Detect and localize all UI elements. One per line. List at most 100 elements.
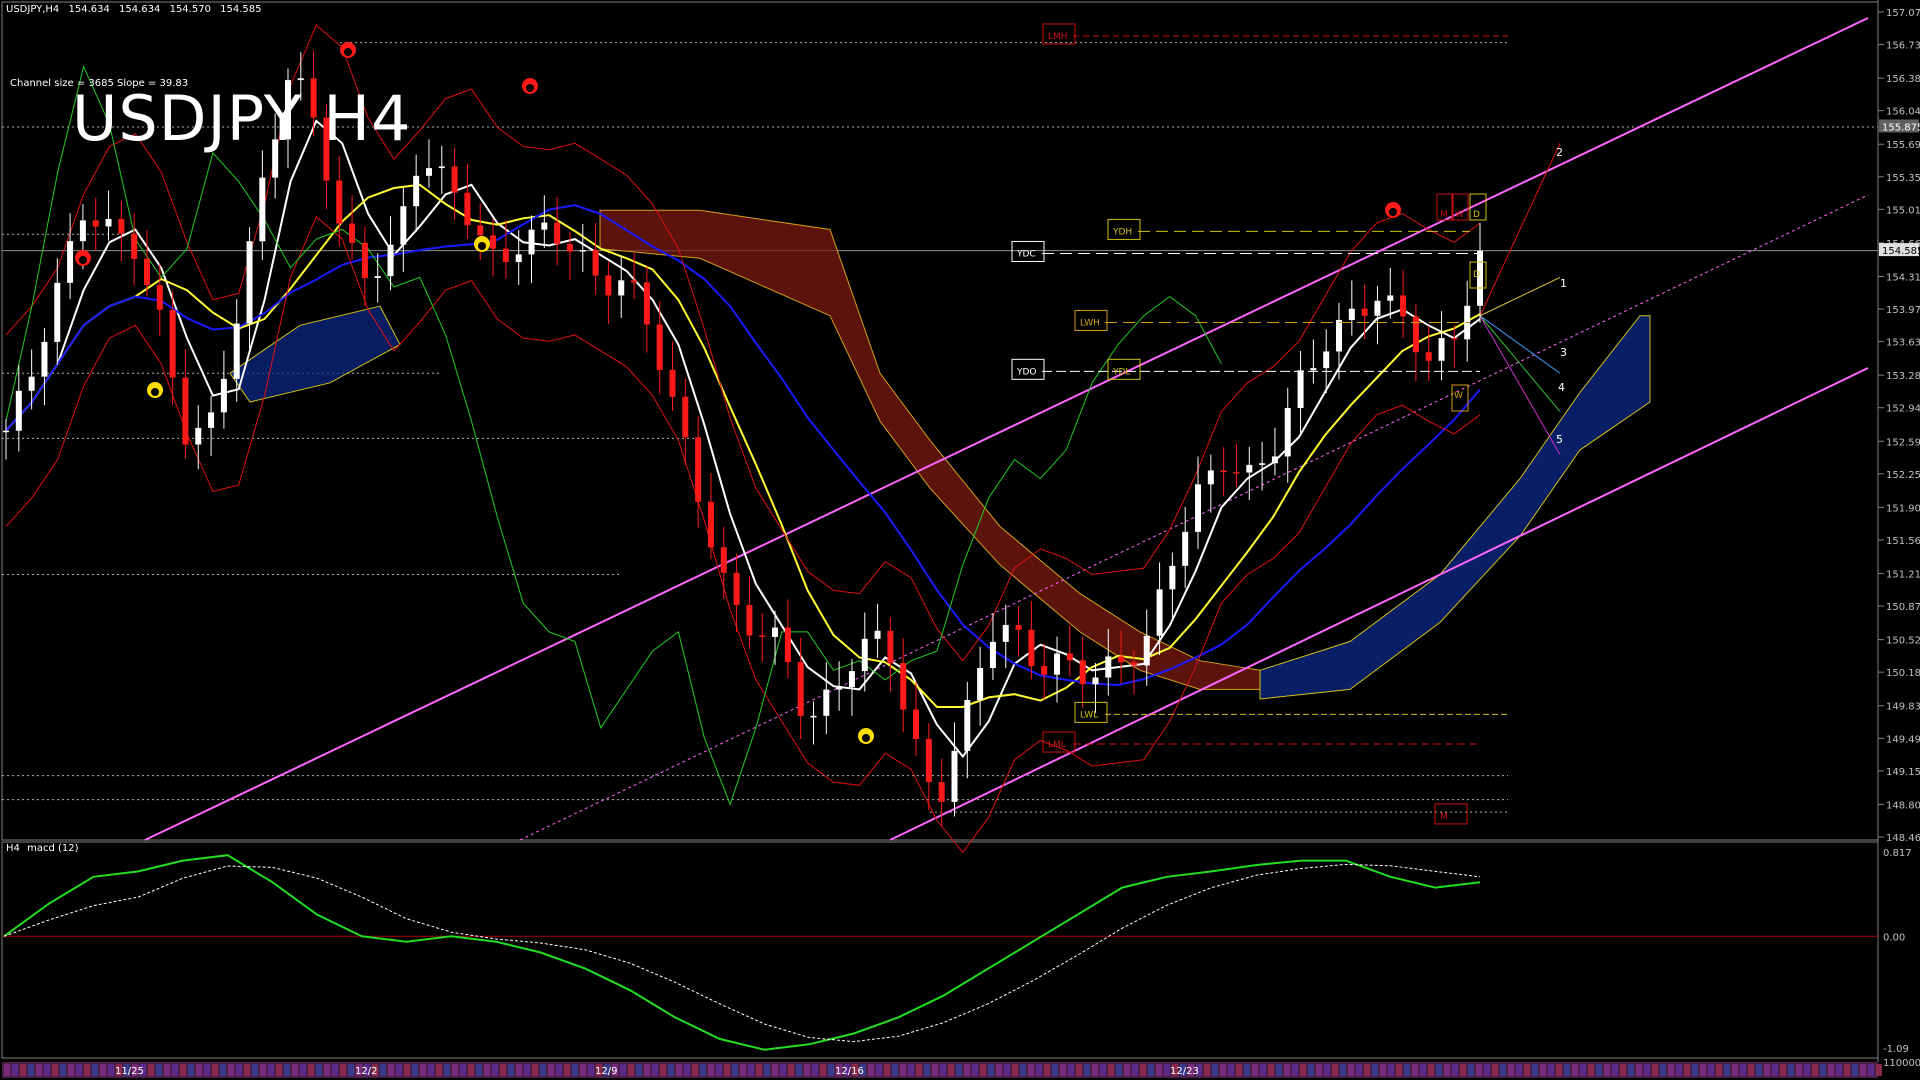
candlesticks (3, 51, 1483, 827)
date-bar-cell (1716, 1064, 1722, 1076)
date-bar-cell (204, 1064, 210, 1076)
date-bar-cell (524, 1064, 530, 1076)
candle-body (938, 782, 945, 802)
date-bar-cell (1372, 1064, 1378, 1076)
wave-label: 4 (1558, 381, 1565, 394)
candle-body (874, 630, 881, 639)
date-bar-cell (1740, 1064, 1746, 1076)
ohlc-low: 154.570 (169, 4, 211, 15)
macd-line (3, 854, 1481, 1051)
date-bar-cell (948, 1064, 954, 1076)
date-bar-cell (60, 1064, 66, 1076)
date-bar-cell (868, 1064, 874, 1076)
date-bar-cell (1452, 1064, 1458, 1076)
date-bar-cell (1764, 1064, 1770, 1076)
candle-body (720, 547, 727, 573)
date-bar-cell (1100, 1064, 1106, 1076)
date-bar-cell (516, 1064, 522, 1076)
date-bar-cell (828, 1064, 834, 1076)
date-bar-cell (1780, 1064, 1786, 1076)
last-price-tag-label: 154.585 (1882, 246, 1920, 257)
candle-body (579, 250, 586, 252)
date-bar-cell (1516, 1064, 1522, 1076)
date-bar-cell (1260, 1064, 1266, 1076)
date-bar-cell (44, 1064, 50, 1076)
date-bar-cell (468, 1064, 474, 1076)
candle-body (1015, 624, 1022, 630)
date-bar-cell (1324, 1064, 1330, 1076)
date-bar-cell (636, 1064, 642, 1076)
candle-body (438, 166, 445, 169)
candle-body (297, 78, 304, 81)
symbol-timeframe: USDJPY,H4 (6, 4, 60, 15)
date-bar-cell (1836, 1064, 1842, 1076)
usdjpy-chart[interactable]: LMHYDHYDCLWHYDO YDLLWLLMLMM W DDW21345 157.… (0, 0, 1920, 1080)
date-bar-cell (1212, 1064, 1218, 1076)
chart-title: USDJPY H4 (72, 82, 412, 155)
candle-body (951, 750, 958, 802)
date-bar-cell (1076, 1064, 1082, 1076)
date-bar-cell (1380, 1064, 1386, 1076)
date-bar-cell (812, 1064, 818, 1076)
date-bar-cell (820, 1064, 826, 1076)
date-bar-cell (436, 1064, 442, 1076)
candle-body (413, 175, 420, 207)
macd-axis-label: 110000 (1883, 1058, 1920, 1069)
date-bar-cell (1020, 1064, 1026, 1076)
level-box-label: M (1440, 812, 1448, 822)
price-tick-label: 151.900 (1886, 503, 1920, 514)
date-bar-cell (732, 1064, 738, 1076)
candle-body (772, 627, 779, 637)
date-bar-cell (1868, 1064, 1874, 1076)
date-bar-cell (1004, 1064, 1010, 1076)
date-bar-cell (1668, 1064, 1674, 1076)
date-bar-cell (1268, 1064, 1274, 1076)
date-bar-cell (1612, 1064, 1618, 1076)
date-bar-cell (620, 1064, 626, 1076)
date-bar-cell (1156, 1064, 1162, 1076)
forecast-line (1479, 315, 1561, 374)
date-bar-cell (1796, 1064, 1802, 1076)
date-bar-cell (1748, 1064, 1754, 1076)
date-bar-cell (300, 1064, 306, 1076)
price-tick-label: 154.310 (1886, 272, 1920, 283)
date-bar-cell (716, 1064, 722, 1076)
date-bar-cell (916, 1064, 922, 1076)
candle-body (1092, 677, 1099, 685)
date-bar-cell (412, 1064, 418, 1076)
candle-body (592, 250, 599, 276)
fractal-marker-hole (79, 256, 87, 264)
candle-body (656, 324, 663, 370)
date-bar-cell (180, 1064, 186, 1076)
date-bar-cell (1476, 1064, 1482, 1076)
date-bar-cell (348, 1064, 354, 1076)
date-bar-cell (1140, 1064, 1146, 1076)
candle-body (169, 309, 176, 378)
date-bar-cell (788, 1064, 794, 1076)
candle-body (1246, 464, 1253, 473)
date-bar-cell (1828, 1064, 1834, 1076)
date-bar-cell (1852, 1064, 1858, 1076)
date-bar-cell (1436, 1064, 1442, 1076)
date-bar-cell (1588, 1064, 1594, 1076)
candle-body (1400, 295, 1407, 317)
candle-body (195, 427, 202, 445)
candle-body (746, 605, 753, 636)
forecast-line (1479, 276, 1561, 317)
wave-label: 5 (1556, 433, 1563, 446)
date-bar-cell (276, 1064, 282, 1076)
candle-body (964, 700, 971, 751)
candle-body (925, 739, 932, 783)
candle-body (695, 437, 702, 502)
bollinger-lower (5, 215, 1481, 854)
candle-body (1451, 338, 1458, 340)
date-bar-cell (1460, 1064, 1466, 1076)
date-bar-cell (884, 1064, 890, 1076)
candle-body (502, 248, 509, 263)
date-bar-cell (1756, 1064, 1762, 1076)
candle-body (989, 641, 996, 669)
date-bar-cell (1548, 1064, 1554, 1076)
candle-body (208, 412, 215, 428)
candle-body (797, 662, 804, 716)
candle-body (143, 258, 150, 286)
